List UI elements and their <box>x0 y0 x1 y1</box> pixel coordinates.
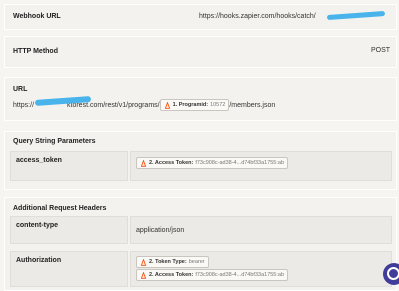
header-key: Authorization <box>16 257 62 264</box>
chip-name: 1. Programid: <box>172 102 209 108</box>
zap-icon <box>140 258 147 266</box>
headers-title: Additional Request Headers <box>13 205 107 212</box>
chip-value: bearer <box>188 259 205 265</box>
access-token-chip[interactable]: 2. Access Token: f73c908c-ad38-4...d74bf3… <box>136 157 289 169</box>
header-value-cell[interactable]: application/json <box>130 216 392 244</box>
chat-icon <box>387 267 399 280</box>
chip-value: 10572 <box>210 102 226 108</box>
query-params-title: Query String Parameters <box>13 138 96 145</box>
chip-name: 2. Access Token: <box>149 272 194 278</box>
http-method-label: HTTP Method <box>13 48 58 55</box>
url-label: URL <box>13 86 28 93</box>
query-value-cell[interactable]: 2. Access Token: f73c908c-ad38-4...d74bf3… <box>130 151 392 181</box>
header-value: application/json <box>136 227 185 234</box>
zap-icon <box>140 159 147 167</box>
header-key-cell[interactable]: content-type <box>10 216 128 244</box>
chip-name: 2. Token Type: <box>149 259 187 265</box>
webhook-url-section: Webhook URL https://hooks.zapier.com/hoo… <box>4 4 397 30</box>
program-id-chip[interactable]: 1. Programid: 10572 <box>159 99 230 111</box>
query-key-cell[interactable]: access_token <box>10 151 128 181</box>
chip-name: 2. Access Token: <box>149 160 194 166</box>
http-method-section: HTTP Method POST <box>4 36 397 68</box>
chip-value: f73c908c-ad38-4...d74bf33a1755:ab <box>195 160 285 166</box>
http-method-value[interactable]: POST <box>371 47 390 54</box>
header-value-cell[interactable]: 2. Token Type: bearer 2. Access Token: f73… <box>130 251 392 287</box>
url-mid: ktorest.com/rest/v1/programs/ <box>67 101 160 109</box>
webhook-url-label: Webhook URL <box>13 13 61 20</box>
access-token-chip[interactable]: 2. Access Token: f73c908c-ad38-4...d74bf3… <box>136 269 289 281</box>
zap-icon <box>140 271 147 279</box>
webhook-url-value[interactable]: https://hooks.zapier.com/hooks/catch/ <box>199 13 316 20</box>
url-prefix: https:// <box>13 101 35 109</box>
zap-icon <box>164 101 170 109</box>
header-key-cell[interactable]: Authorization <box>10 251 128 287</box>
token-type-chip[interactable]: 2. Token Type: bearer <box>136 256 209 268</box>
url-section: URL https:// ktorest.com/rest/v1/programs… <box>4 77 397 121</box>
help-chat-button[interactable] <box>383 263 399 285</box>
url-suffix: /members.json <box>229 101 276 109</box>
query-key: access_token <box>16 157 62 164</box>
redaction-mark <box>326 10 386 21</box>
header-key: content-type <box>16 222 58 229</box>
chip-value: f73c908c-ad38-4...d74bf33a1755:ab <box>195 272 285 278</box>
